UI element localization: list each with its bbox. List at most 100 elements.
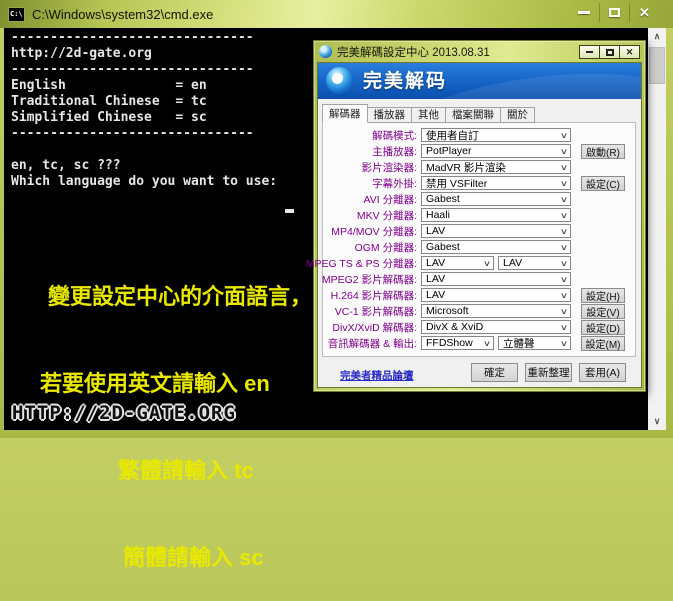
mp4-splitter-label: MP4/MOV 分離器: (331, 224, 417, 239)
row-divx-decoder: DivX/XviD 解碼器: DivX & XviD∨ 設定(D) (323, 319, 635, 335)
subtitle-plugin-select[interactable]: 禁用 VSFilter∨ (421, 176, 571, 190)
close-icon: ✕ (626, 48, 634, 57)
tab-other[interactable]: 其他 (411, 107, 446, 123)
subtitle-plugin-label: 字幕外掛: (372, 176, 417, 191)
dialog-maximize-button[interactable] (599, 45, 620, 59)
subtitle-settings-button[interactable]: 設定(C) (581, 176, 625, 191)
mp4-splitter-select[interactable]: LAV∨ (421, 224, 571, 238)
cmd-close-button[interactable]: ✕ (629, 3, 659, 22)
apply-button[interactable]: 套用(A) (579, 363, 626, 382)
vc1-decoder-select[interactable]: Microsoft∨ (421, 304, 571, 318)
notice-line: 繁體請輸入 tc (0, 456, 312, 485)
h264-decoder-label: H.264 影片解碼器: (331, 288, 417, 303)
refresh-button[interactable]: 重新整理 (525, 363, 572, 382)
console-output: ------------------------------- http://2… (11, 30, 285, 190)
launch-player-button[interactable]: 啟動(R) (581, 144, 625, 159)
row-audio-decoder: 音訊解碼器 & 輸出: FFDShow∨ 立體聲∨ 設定(M) (323, 335, 635, 351)
console-scrollbar[interactable]: ∧ ∨ (648, 28, 666, 430)
close-icon: ✕ (639, 6, 650, 19)
chevron-down-icon: ∨ (560, 163, 568, 172)
mpeg2-decoder-select[interactable]: LAV∨ (421, 272, 571, 286)
tab-about[interactable]: 關於 (500, 107, 535, 123)
divx-decoder-select[interactable]: DivX & XviD∨ (421, 320, 571, 334)
dialog-close-button[interactable]: ✕ (619, 45, 640, 59)
logo-highlight (332, 73, 343, 84)
dialog-minimize-button[interactable] (579, 45, 600, 59)
dialog-titlebar[interactable]: 完美解碼設定中心 2013.08.31 ✕ (314, 41, 645, 62)
row-video-renderer: 影片渲染器: MadVR 影片渲染∨ (323, 159, 635, 175)
app-banner: 完美解码 (318, 63, 641, 99)
forum-link[interactable]: 完美者精品論壇 (340, 368, 414, 383)
cmd-icon: C:\ (8, 7, 25, 22)
divx-settings-button[interactable]: 設定(D) (581, 320, 625, 335)
main-player-select[interactable]: PotPlayer∨ (421, 144, 571, 158)
row-subtitle-plugin: 字幕外掛: 禁用 VSFilter∨ 設定(C) (323, 175, 635, 191)
mpegps-splitter-select[interactable]: LAV∨ (498, 256, 571, 270)
maximize-icon (609, 8, 620, 17)
notice-line: 簡體請輸入 sc (0, 543, 312, 572)
decoder-tab-panel: 解碼模式: 使用者自訂∨ 主播放器: PotPlayer∨ 啟動(R) 影片渲染… (322, 122, 636, 357)
row-mkv-splitter: MKV 分離器: Haali∨ (323, 207, 635, 223)
h264-decoder-select[interactable]: LAV∨ (421, 288, 571, 302)
cmd-maximize-button[interactable] (599, 3, 629, 22)
chevron-down-icon: ∨ (560, 179, 568, 188)
audio-decoder-select[interactable]: FFDShow∨ (421, 336, 494, 350)
scrollbar-up-button[interactable]: ∧ (648, 28, 666, 45)
h264-settings-button[interactable]: 設定(H) (581, 288, 625, 303)
console-cursor (285, 209, 294, 213)
video-renderer-select[interactable]: MadVR 影片渲染∨ (421, 160, 571, 174)
mkv-splitter-label: MKV 分離器: (357, 208, 417, 223)
mkv-splitter-select[interactable]: Haali∨ (421, 208, 571, 222)
cmd-minimize-button[interactable] (569, 3, 599, 22)
tab-player[interactable]: 播放器 (367, 107, 413, 123)
scrollbar-down-button[interactable]: ∨ (648, 413, 666, 430)
ok-button[interactable]: 確定 (471, 363, 518, 382)
chevron-down-icon: ∨ (560, 323, 568, 332)
player-logo-icon (326, 67, 353, 94)
dialog-footer-buttons: 確定 重新整理 套用(A) (464, 363, 626, 382)
audio-output-select[interactable]: 立體聲∨ (498, 336, 571, 350)
notice-line: 若要使用英文請輸入 en (0, 369, 312, 398)
banner-title: 完美解码 (363, 63, 447, 99)
ogm-splitter-label: OGM 分離器: (355, 240, 417, 255)
chevron-down-icon: ∨ (560, 291, 568, 300)
mpeg2-decoder-label: MPEG2 影片解碼器: (322, 272, 417, 287)
avi-splitter-select[interactable]: Gabest∨ (421, 192, 571, 206)
vc1-settings-button[interactable]: 設定(V) (581, 304, 625, 319)
row-mpegts-splitter: MPEG TS & PS 分離器: LAV∨ LAV∨ (323, 255, 635, 271)
row-main-player: 主播放器: PotPlayer∨ 啟動(R) (323, 143, 635, 159)
chevron-down-icon: ∨ (560, 227, 568, 236)
video-renderer-label: 影片渲染器: (362, 160, 417, 175)
tab-bar: 解碼器 播放器 其他 檔案關聯 關於 (322, 104, 535, 123)
vc1-decoder-label: VC-1 影片解碼器: (335, 304, 417, 319)
tab-file-association[interactable]: 檔案關聯 (445, 107, 501, 123)
chevron-down-icon: ∨ (560, 131, 568, 140)
chevron-down-icon: ∨ (560, 307, 568, 316)
chevron-down-icon: ∨ (560, 243, 568, 252)
settings-dialog: 完美解碼設定中心 2013.08.31 ✕ 完美解码 解碼器 播放器 其他 檔案… (313, 40, 646, 392)
decode-mode-select[interactable]: 使用者自訂∨ (421, 128, 571, 142)
row-h264-decoder: H.264 影片解碼器: LAV∨ 設定(H) (323, 287, 635, 303)
chevron-down-icon: ∨ (560, 147, 568, 156)
dialog-title: 完美解碼設定中心 2013.08.31 (337, 44, 490, 60)
cmd-titlebar[interactable]: C:\ C:\Windows\system32\cmd.exe ✕ (0, 0, 673, 28)
cmd-window-title: C:\Windows\system32\cmd.exe (32, 7, 213, 22)
chevron-down-icon: ∨ (560, 259, 568, 268)
dialog-client-area: 完美解码 解碼器 播放器 其他 檔案關聯 關於 解碼模式: 使用者自訂∨ 主播放… (317, 62, 642, 388)
chevron-down-icon: ∨ (560, 211, 568, 220)
chevron-down-icon: ∨ (483, 259, 491, 268)
decode-mode-label: 解碼模式: (372, 128, 417, 143)
chevron-down-icon: ∨ (560, 275, 568, 284)
tab-decoder[interactable]: 解碼器 (322, 104, 368, 123)
chevron-down-icon: ∨ (560, 339, 568, 348)
scrollbar-thumb[interactable] (649, 47, 665, 84)
avi-splitter-label: AVI 分離器: (364, 192, 417, 207)
divx-decoder-label: DivX/XviD 解碼器: (332, 320, 417, 335)
site-watermark: HTTP://2D-GATE.ORG (12, 402, 236, 424)
mpegts-splitter-select[interactable]: LAV∨ (421, 256, 494, 270)
audio-settings-button[interactable]: 設定(M) (581, 336, 625, 351)
row-vc1-decoder: VC-1 影片解碼器: Microsoft∨ 設定(V) (323, 303, 635, 319)
ogm-splitter-select[interactable]: Gabest∨ (421, 240, 571, 254)
chevron-down-icon: ∨ (483, 339, 491, 348)
minimize-icon (578, 11, 590, 14)
